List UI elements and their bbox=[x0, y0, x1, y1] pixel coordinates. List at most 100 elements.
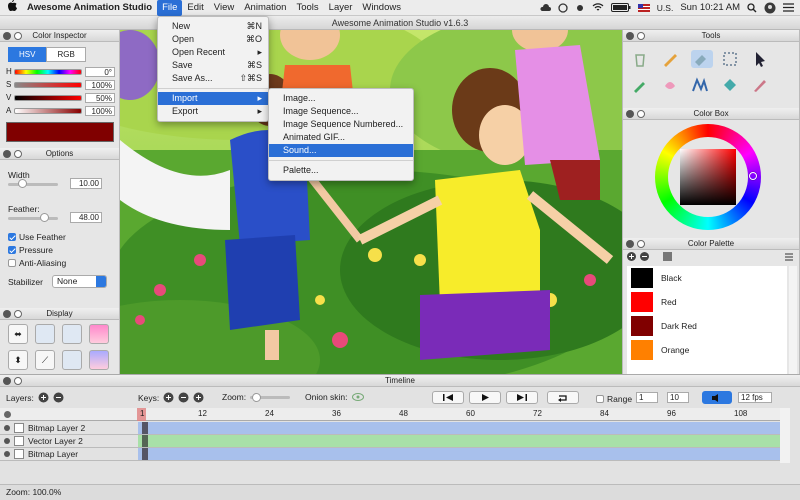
prev-frame-icon[interactable] bbox=[432, 391, 464, 404]
import-palette[interactable]: Palette... bbox=[269, 164, 413, 177]
menu-view[interactable]: View bbox=[209, 0, 239, 16]
hue-slider[interactable] bbox=[14, 68, 82, 75]
palette-item[interactable]: Red bbox=[627, 290, 787, 314]
saturation-value-square[interactable] bbox=[680, 149, 736, 205]
value-value-field[interactable]: 50% bbox=[85, 92, 115, 103]
menu-animation[interactable]: Animation bbox=[239, 0, 291, 16]
saturation-slider[interactable] bbox=[14, 81, 82, 88]
import-sound[interactable]: Sound... bbox=[269, 144, 413, 157]
panel-float-icon[interactable] bbox=[637, 240, 645, 248]
battery-icon[interactable] bbox=[610, 3, 631, 12]
layer-row[interactable]: Vector Layer 2 bbox=[0, 435, 780, 448]
menu-item-open-recent[interactable]: Open Recent ▸ bbox=[158, 46, 268, 59]
panel-close-icon[interactable] bbox=[3, 32, 11, 40]
add-color-icon[interactable] bbox=[627, 252, 636, 261]
import-animated-gif[interactable]: Animated GIF... bbox=[269, 131, 413, 144]
polyline-tool-icon[interactable] bbox=[691, 76, 713, 94]
panel-close-icon[interactable] bbox=[3, 377, 11, 385]
timeline-scrollbar[interactable] bbox=[780, 408, 790, 463]
palette-item[interactable]: Black bbox=[627, 266, 787, 290]
eraser-tool-icon[interactable] bbox=[691, 50, 713, 68]
palette-menu-icon[interactable] bbox=[785, 253, 793, 261]
visibility-icon[interactable] bbox=[4, 438, 10, 444]
clear-tool-icon[interactable] bbox=[631, 50, 653, 68]
visibility-all-icon[interactable] bbox=[4, 411, 11, 418]
duplicate-key-icon[interactable] bbox=[193, 392, 204, 403]
notification-icon[interactable] bbox=[783, 3, 794, 12]
mode-hsv-button[interactable]: HSV bbox=[8, 47, 47, 62]
add-layer-icon[interactable] bbox=[38, 392, 49, 403]
status-sync-icon[interactable] bbox=[558, 2, 568, 13]
mirror-icon[interactable] bbox=[62, 350, 82, 370]
menu-layer[interactable]: Layer bbox=[324, 0, 358, 16]
width-field[interactable]: 10.00 bbox=[70, 178, 102, 189]
keyframe[interactable] bbox=[142, 435, 148, 447]
layer-track[interactable] bbox=[138, 435, 780, 447]
panel-float-icon[interactable] bbox=[637, 110, 645, 118]
loop-icon[interactable] bbox=[547, 391, 579, 404]
palette-item[interactable]: Orange bbox=[627, 338, 787, 362]
onion-prev-icon[interactable] bbox=[35, 324, 55, 344]
palette-item[interactable]: Dark Red bbox=[627, 314, 787, 338]
panel-float-icon[interactable] bbox=[637, 32, 645, 40]
import-image-sequence-numbered[interactable]: Image Sequence Numbered... bbox=[269, 118, 413, 131]
panel-close-icon[interactable] bbox=[3, 310, 11, 318]
width-slider-knob[interactable] bbox=[18, 179, 27, 188]
layer-track[interactable] bbox=[138, 422, 780, 434]
frame-ruler[interactable]: 1 12 24 36 48 60 72 84 96 108 bbox=[134, 408, 780, 421]
menu-file[interactable]: File bbox=[157, 0, 183, 16]
spotlight-icon[interactable] bbox=[747, 2, 757, 13]
alpha-slider[interactable] bbox=[14, 107, 82, 114]
panel-close-icon[interactable] bbox=[626, 32, 634, 40]
value-slider[interactable] bbox=[14, 94, 82, 101]
panel-float-icon[interactable] bbox=[14, 377, 22, 385]
anti-aliasing-checkbox[interactable]: Anti-Aliasing bbox=[8, 256, 66, 269]
hue-value-field[interactable]: 0° bbox=[85, 66, 115, 77]
play-icon[interactable] bbox=[469, 391, 501, 404]
layer-track[interactable] bbox=[138, 448, 780, 460]
feather-field[interactable]: 48.00 bbox=[70, 212, 102, 223]
eyedropper-tool-icon[interactable] bbox=[631, 76, 653, 94]
apple-icon[interactable] bbox=[0, 0, 22, 16]
brush-tool-icon[interactable] bbox=[751, 76, 773, 94]
status-cloud-icon[interactable] bbox=[540, 3, 551, 13]
menu-item-open[interactable]: Open ⌘O bbox=[158, 33, 268, 46]
add-key-icon[interactable] bbox=[163, 392, 174, 403]
menu-item-export[interactable]: Export ▸ bbox=[158, 105, 268, 118]
range-checkbox[interactable]: Range bbox=[596, 392, 632, 405]
keyframe[interactable] bbox=[142, 448, 148, 460]
keyframe[interactable] bbox=[142, 422, 148, 434]
remove-layer-icon[interactable] bbox=[53, 392, 64, 403]
remove-color-icon[interactable] bbox=[640, 252, 649, 261]
hue-marker[interactable] bbox=[749, 172, 757, 180]
visibility-icon[interactable] bbox=[4, 451, 10, 457]
width-slider[interactable] bbox=[8, 183, 58, 186]
panel-close-icon[interactable] bbox=[626, 240, 634, 248]
menu-item-save[interactable]: Save ⌘S bbox=[158, 59, 268, 72]
flag-icon[interactable] bbox=[637, 3, 650, 12]
stabilizer-select[interactable]: None bbox=[52, 275, 107, 288]
flip-horizontal-icon[interactable]: ⬌ bbox=[8, 324, 28, 344]
visibility-icon[interactable] bbox=[4, 425, 10, 431]
alpha-value-field[interactable]: 100% bbox=[85, 105, 115, 116]
app-menu[interactable]: Awesome Animation Studio bbox=[22, 0, 157, 16]
use-feather-checkbox[interactable]: Use Feather bbox=[8, 230, 66, 243]
smudge-tool-icon[interactable] bbox=[661, 76, 683, 94]
menu-edit[interactable]: Edit bbox=[182, 0, 208, 16]
remove-key-icon[interactable] bbox=[178, 392, 189, 403]
menu-item-save-as[interactable]: Save As... ⇧⌘S bbox=[158, 72, 268, 85]
onion-color-icon[interactable] bbox=[89, 324, 109, 344]
palette-scrollbar[interactable] bbox=[789, 266, 797, 374]
zoom-slider[interactable] bbox=[250, 392, 291, 402]
bucket-tool-icon[interactable] bbox=[721, 76, 743, 94]
panel-close-icon[interactable] bbox=[3, 150, 11, 158]
pencil-tool-icon[interactable] bbox=[661, 50, 683, 68]
status-settings-icon[interactable] bbox=[575, 3, 585, 13]
palette-view-icon[interactable] bbox=[663, 252, 672, 261]
next-frame-icon[interactable] bbox=[506, 391, 538, 404]
menu-tools[interactable]: Tools bbox=[291, 0, 323, 16]
user-icon[interactable] bbox=[764, 2, 776, 14]
import-image[interactable]: Image... bbox=[269, 92, 413, 105]
move-tool-icon[interactable] bbox=[751, 50, 773, 68]
input-source[interactable]: U.S. bbox=[657, 3, 674, 13]
